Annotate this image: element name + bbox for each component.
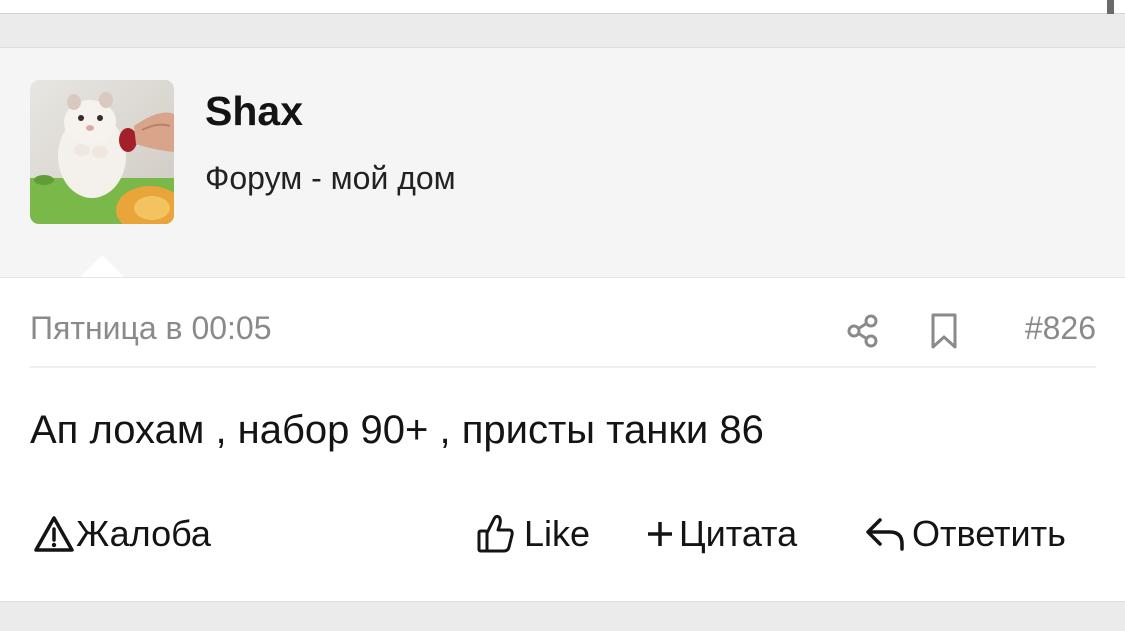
- header-pointer: [80, 255, 124, 277]
- avatar[interactable]: [30, 80, 174, 224]
- share-icon[interactable]: [845, 312, 883, 350]
- reply-label: Ответить: [912, 513, 1066, 554]
- reply-arrow-icon: [864, 516, 906, 552]
- quote-label: Цитата: [679, 513, 798, 554]
- report-label: Жалоба: [76, 513, 211, 554]
- like-label: Like: [524, 513, 591, 554]
- hamster-avatar-image: [30, 80, 174, 224]
- post-message: Ап лохам , набор 90+ , присты танки 86: [30, 408, 764, 452]
- post-meta: Пятница в 00:05 #826: [30, 310, 1096, 368]
- post-separator: [0, 14, 1125, 47]
- reply-button[interactable]: Ответить: [864, 508, 1066, 560]
- bookmark-icon[interactable]: [928, 312, 962, 350]
- thumbs-up-icon: [476, 513, 516, 555]
- report-button[interactable]: Жалоба: [32, 508, 211, 560]
- warning-triangle-icon: [32, 514, 76, 554]
- like-button[interactable]: Like: [476, 508, 590, 560]
- post-date[interactable]: Пятница в 00:05: [30, 310, 272, 347]
- username[interactable]: Shax: [205, 88, 303, 135]
- post-number[interactable]: #826: [1025, 310, 1096, 347]
- user-header: Shax Форум - мой дом: [0, 48, 1125, 278]
- plus-icon: [645, 519, 675, 549]
- forum-post: Shax Форум - мой дом Пятница в 00:05 #82…: [0, 47, 1125, 602]
- previous-post-edge: [0, 0, 1125, 14]
- user-title: Форум - мой дом: [205, 160, 456, 196]
- quote-button[interactable]: Цитата: [645, 508, 797, 560]
